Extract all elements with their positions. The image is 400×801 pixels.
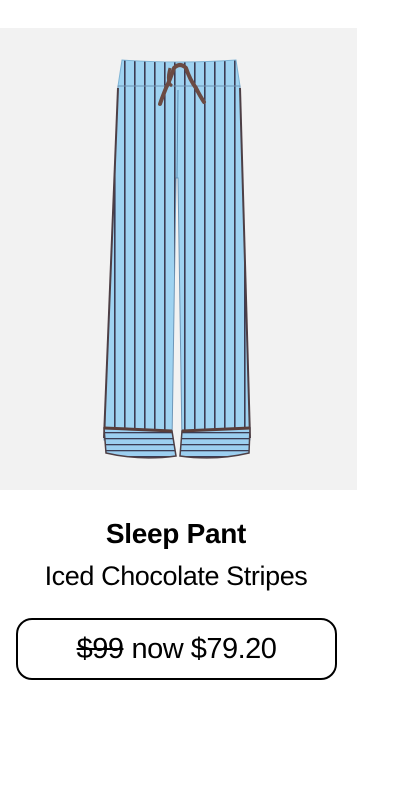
- price-button[interactable]: $99 now $79.20: [16, 618, 337, 680]
- sale-price: now $79.20: [131, 632, 277, 665]
- product-name[interactable]: Sleep Pant: [0, 518, 352, 550]
- product-card[interactable]: Sleep Pant Iced Chocolate Stripes $99 no…: [0, 0, 357, 801]
- product-color: Iced Chocolate Stripes: [44, 561, 308, 591]
- product-image[interactable]: [0, 28, 357, 490]
- pajama-pants-image: [103, 59, 251, 459]
- original-price: $99: [76, 632, 124, 665]
